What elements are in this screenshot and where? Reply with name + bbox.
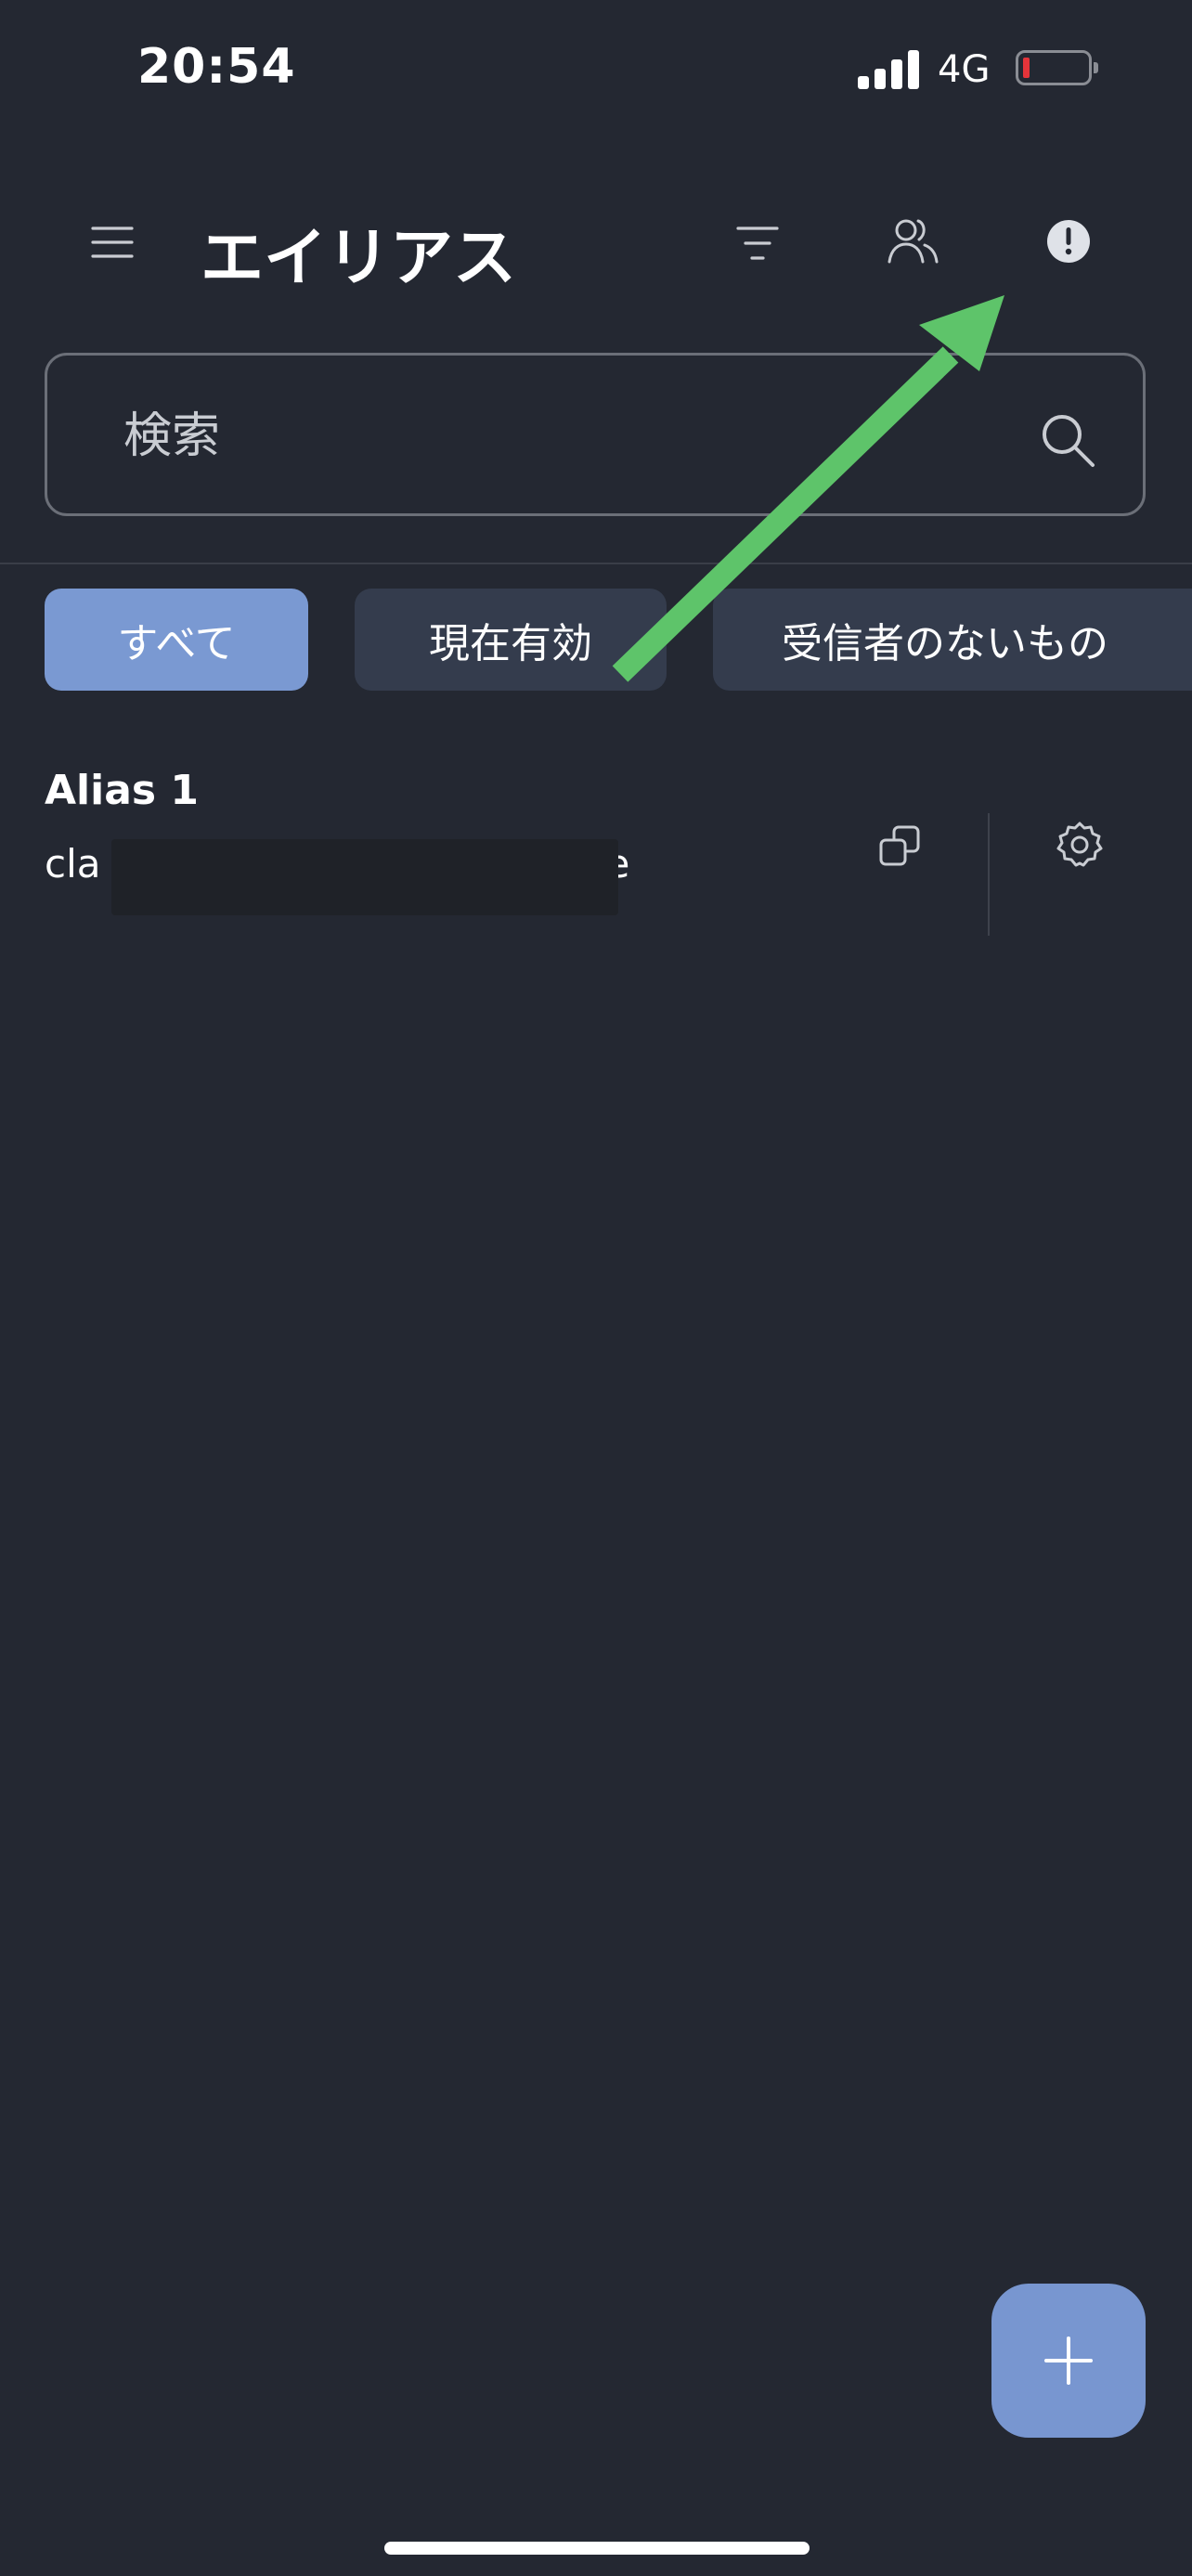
divider: [0, 563, 1192, 564]
filter-chip-no-recipient[interactable]: 受信者のないもの: [713, 589, 1192, 691]
search-icon[interactable]: [1039, 411, 1096, 469]
network-type: 4G: [938, 48, 991, 91]
alias-email-prefix: cla: [45, 841, 101, 887]
users-icon[interactable]: [888, 215, 939, 267]
gear-icon[interactable]: [1056, 821, 1104, 869]
page-title: エイリアス: [201, 222, 517, 295]
row-separator: [988, 813, 990, 936]
filter-chip-active[interactable]: 現在有効: [355, 589, 667, 691]
filter-icon[interactable]: [735, 223, 780, 264]
add-alias-button[interactable]: [991, 2284, 1146, 2438]
search-input[interactable]: [122, 391, 961, 482]
filter-chip-all[interactable]: すべて: [45, 589, 308, 691]
search-bar: [45, 353, 1146, 516]
menu-icon[interactable]: [91, 221, 134, 264]
copy-icon[interactable]: [878, 824, 921, 867]
alert-icon[interactable]: [1046, 219, 1091, 264]
home-indicator[interactable]: [384, 2542, 810, 2555]
redaction-box: [111, 839, 618, 915]
battery-icon: [1016, 50, 1098, 85]
signal-icon: [858, 48, 921, 89]
alias-name[interactable]: Alias 1: [45, 767, 199, 814]
plus-icon: [1044, 2337, 1093, 2385]
status-time: 20:54: [137, 39, 296, 95]
